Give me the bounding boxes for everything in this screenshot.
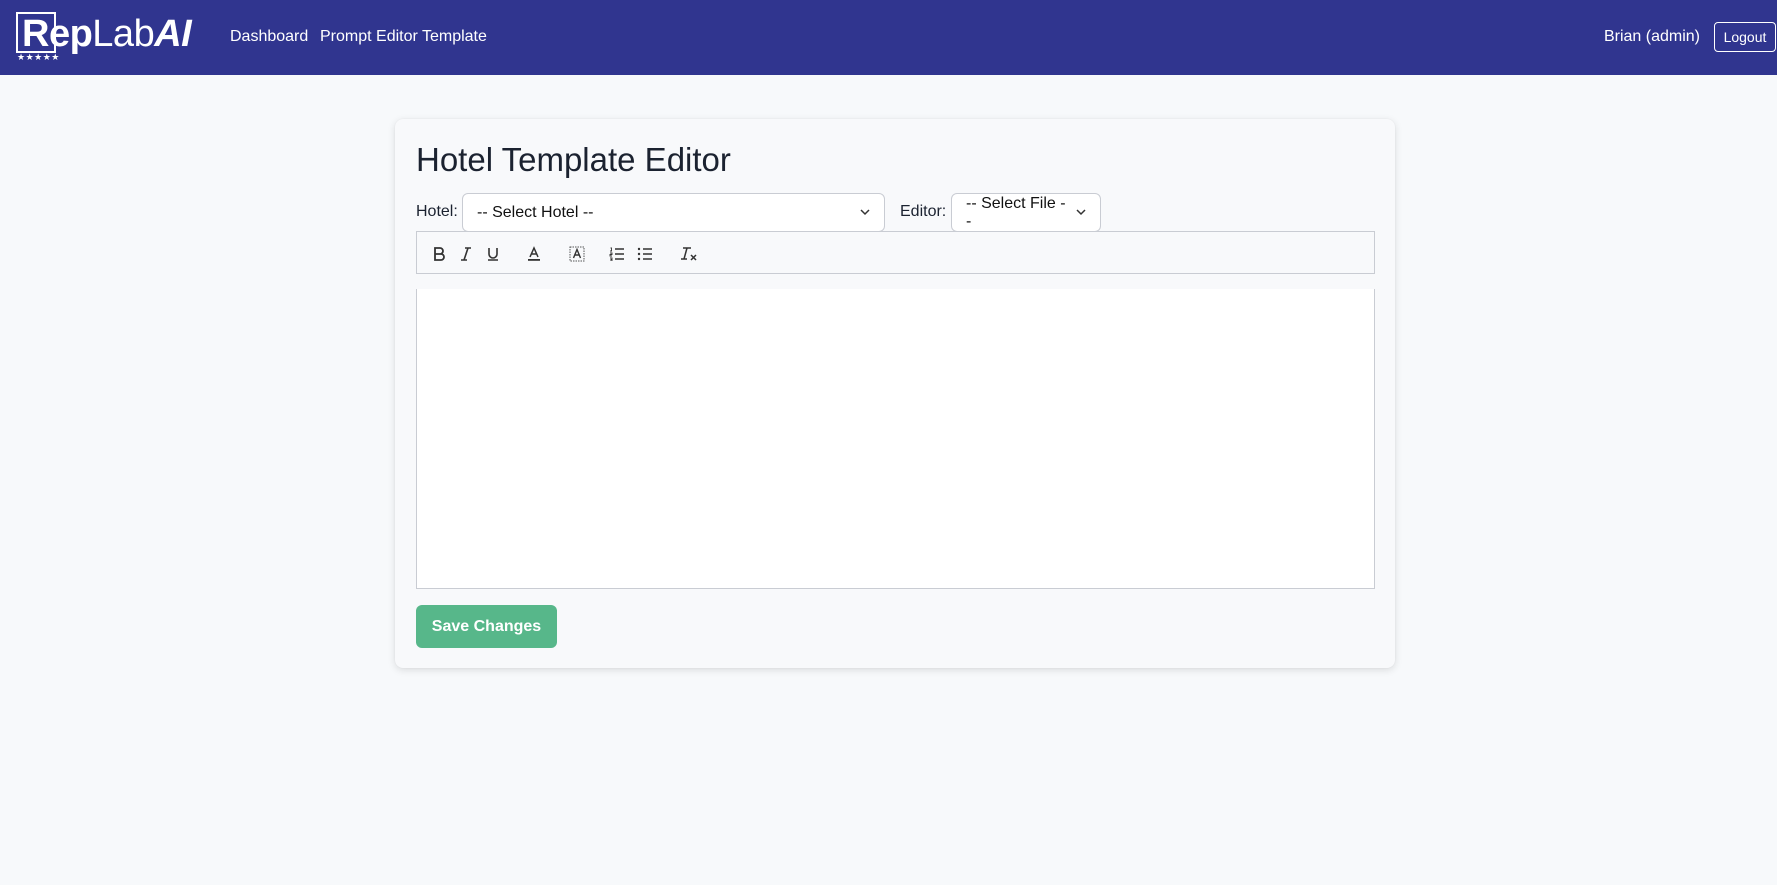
bullet-list-icon[interactable] — [634, 243, 656, 265]
hotel-label: Hotel: — [416, 203, 458, 220]
logo-rep: Rep — [22, 13, 93, 55]
editor-label: Editor: — [900, 203, 947, 220]
hotel-select[interactable]: -- Select Hotel -- — [462, 193, 885, 232]
logout-button[interactable]: Logout — [1714, 22, 1776, 52]
chevron-down-icon — [1076, 207, 1086, 219]
file-select-value: -- Select File -- — [966, 194, 1066, 230]
template-editor-card: Hotel Template Editor Hotel: -- Select H… — [395, 119, 1395, 668]
highlight-icon[interactable] — [566, 243, 588, 265]
bold-icon[interactable] — [428, 243, 450, 265]
top-navbar: RepLabAI ★★★★★ Dashboard Prompt Editor T… — [0, 0, 1777, 75]
rich-text-editor[interactable] — [416, 289, 1375, 589]
logo-ai: AI — [154, 13, 192, 55]
clear-format-icon[interactable] — [678, 243, 700, 265]
nav-dashboard-link[interactable]: Dashboard — [230, 27, 308, 47]
page-title: Hotel Template Editor — [416, 141, 731, 178]
underline-icon[interactable] — [482, 243, 504, 265]
italic-icon[interactable] — [455, 243, 477, 265]
nav-prompt-editor-link[interactable]: Prompt Editor Template — [320, 27, 487, 47]
editor-toolbar — [416, 231, 1375, 274]
hotel-select-value: -- Select Hotel -- — [477, 203, 594, 221]
ordered-list-icon[interactable] — [606, 243, 628, 265]
chevron-down-icon — [860, 207, 870, 219]
current-user: Brian (admin) — [1603, 28, 1700, 45]
text-color-icon[interactable] — [523, 243, 545, 265]
logo-stars: ★★★★★ — [17, 52, 60, 62]
replabai-logo[interactable]: RepLabAI ★★★★★ — [16, 10, 211, 64]
logo-lab: Lab — [92, 13, 155, 55]
logo-wordmark: RepLabAI — [22, 13, 192, 55]
file-select[interactable]: -- Select File -- — [951, 193, 1101, 232]
save-changes-button[interactable]: Save Changes — [416, 605, 557, 648]
